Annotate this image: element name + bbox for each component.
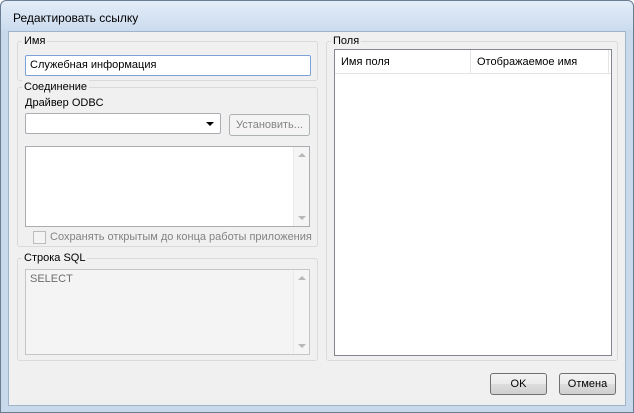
scroll-up-icon[interactable] xyxy=(298,153,306,157)
connection-group-label: Соединение xyxy=(22,80,90,94)
chevron-down-icon xyxy=(206,122,214,126)
column-header-display-name[interactable]: Отображаемое имя xyxy=(471,50,609,74)
install-button[interactable]: Установить... xyxy=(229,114,310,136)
connection-scrollbar[interactable] xyxy=(293,147,309,226)
ok-button[interactable]: OK xyxy=(490,373,547,395)
fields-list[interactable]: Имя поля Отображаемое имя xyxy=(334,49,612,356)
keep-open-label: Сохранять открытым до конца работы прило… xyxy=(50,231,312,243)
connection-group: Соединение Драйвер ODBC Установить... Со… xyxy=(17,80,318,247)
sql-scrollbar[interactable] xyxy=(293,270,309,354)
odbc-driver-label: Драйвер ODBC xyxy=(25,97,104,109)
cancel-button[interactable]: Отмена xyxy=(559,373,616,395)
dialog-body: Имя Служебная информация Соединение Драй… xyxy=(8,31,626,406)
name-group: Имя Служебная информация xyxy=(17,34,318,81)
sql-query-text: SELECT xyxy=(30,273,73,285)
column-header-field-name[interactable]: Имя поля xyxy=(335,50,471,74)
odbc-driver-select[interactable] xyxy=(25,113,221,134)
window-title: Редактировать ссылку xyxy=(13,11,139,25)
keep-open-option[interactable]: Сохранять открытым до конца работы прило… xyxy=(33,231,318,245)
connection-string-area[interactable] xyxy=(25,146,310,227)
keep-open-checkbox[interactable] xyxy=(33,231,46,244)
scroll-down-icon[interactable] xyxy=(298,344,306,348)
scroll-up-icon[interactable] xyxy=(298,276,306,280)
name-group-label: Имя xyxy=(22,34,48,48)
scroll-down-icon[interactable] xyxy=(298,216,306,220)
name-input[interactable]: Служебная информация xyxy=(25,55,311,76)
dialog-window: Редактировать ссылку Имя Служебная инфор… xyxy=(0,0,634,413)
fields-list-header: Имя поля Отображаемое имя xyxy=(335,50,611,74)
sql-group-label: Строка SQL xyxy=(22,251,88,265)
fields-group: Поля Имя поля Отображаемое имя xyxy=(326,34,618,361)
sql-query-area[interactable]: SELECT xyxy=(25,269,310,355)
fields-group-label: Поля xyxy=(331,34,362,48)
sql-group: Строка SQL SELECT xyxy=(17,251,318,361)
title-bar[interactable]: Редактировать ссылку xyxy=(1,1,633,31)
